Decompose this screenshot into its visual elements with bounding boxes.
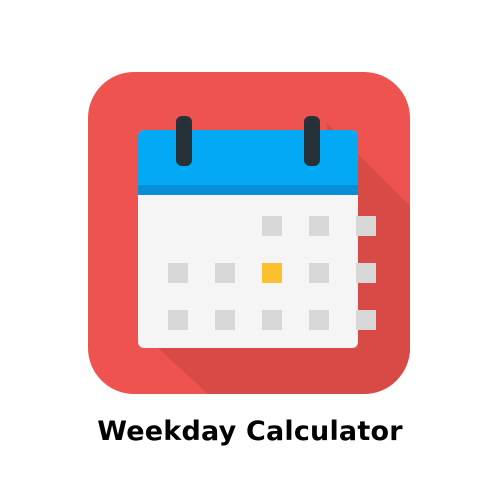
calendar-day-cell	[356, 310, 376, 330]
calendar-day-cell	[215, 310, 235, 330]
calendar-day-cell	[168, 310, 188, 330]
calendar-day-cell	[356, 263, 376, 283]
binder-ring-left	[176, 116, 192, 166]
calendar-day-cell	[309, 310, 329, 330]
app-title: Weekday Calculator	[97, 416, 403, 447]
calendar-icon	[88, 72, 410, 394]
binder-ring-right	[304, 116, 320, 166]
calendar-day-cell	[309, 263, 329, 283]
calendar-day-cell	[356, 216, 376, 236]
calendar-day-cell	[262, 216, 282, 236]
calendar-day-cell	[262, 310, 282, 330]
calendar-day-highlighted	[262, 263, 282, 283]
calendar-day-cell	[168, 263, 188, 283]
calendar-day-cell	[215, 263, 235, 283]
calendar-header-band	[138, 185, 358, 195]
calendar-day-cell	[309, 216, 329, 236]
app-icon	[88, 72, 410, 394]
